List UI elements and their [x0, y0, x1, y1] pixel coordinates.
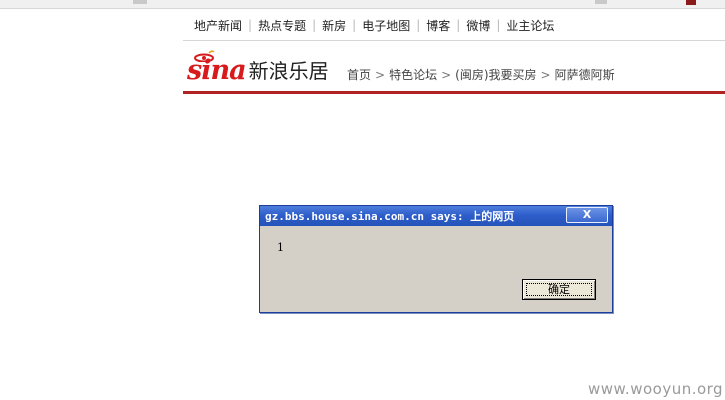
tab-fragment-red — [686, 0, 696, 5]
tab-fragment — [595, 0, 607, 4]
nav-link-weibo[interactable]: 微博 — [460, 17, 496, 34]
nav-link-owner-forum[interactable]: 业主论坛 — [500, 17, 560, 34]
watermark: www.wooyun.org — [588, 380, 724, 398]
ok-button[interactable]: 确定 — [522, 279, 596, 300]
sina-eye-icon — [194, 50, 215, 62]
breadcrumb-home[interactable]: 首页 — [347, 68, 371, 82]
breadcrumb-board[interactable]: (闽房)我要买房 — [455, 68, 536, 82]
site-top-nav: 地产新闻 | 热点专题 | 新房 | 电子地图 | 博客 | 微博 | 业主论坛 — [183, 10, 725, 41]
header-divider — [183, 91, 725, 94]
breadcrumb: 首页 > 特色论坛 > (闽房)我要买房 > 阿萨德阿斯 — [347, 66, 615, 83]
nav-link-blog[interactable]: 博客 — [420, 17, 456, 34]
sina-wordmark: sina — [187, 50, 247, 86]
nav-link-map[interactable]: 电子地图 — [356, 17, 416, 34]
dialog-title: gz.bbs.house.sina.com.cn says: 上的网页 — [265, 210, 515, 223]
nav-link-topics[interactable]: 热点专题 — [252, 17, 312, 34]
breadcrumb-separator: > — [375, 68, 386, 82]
dialog-titlebar[interactable]: gz.bbs.house.sina.com.cn says: 上的网页 X — [260, 206, 612, 226]
nav-link-news[interactable]: 地产新闻 — [183, 17, 248, 34]
tab-fragment — [133, 0, 147, 4]
nav-link-new-homes[interactable]: 新房 — [316, 17, 352, 34]
dialog-message: 1 — [277, 241, 284, 254]
close-button[interactable]: X — [566, 207, 608, 223]
alert-dialog: gz.bbs.house.sina.com.cn says: 上的网页 X 1 … — [259, 205, 613, 313]
leju-brand-text: 新浪乐居 — [248, 59, 329, 83]
breadcrumb-separator: > — [441, 68, 452, 82]
ok-button-label: 确定 — [548, 283, 570, 296]
sina-leju-logo[interactable]: sina 新浪乐居 — [187, 50, 329, 86]
browser-top-strip — [0, 0, 725, 9]
breadcrumb-current: 阿萨德阿斯 — [554, 68, 615, 82]
breadcrumb-separator: > — [540, 68, 551, 82]
breadcrumb-featured-forum[interactable]: 特色论坛 — [389, 68, 437, 82]
close-icon: X — [582, 208, 592, 221]
